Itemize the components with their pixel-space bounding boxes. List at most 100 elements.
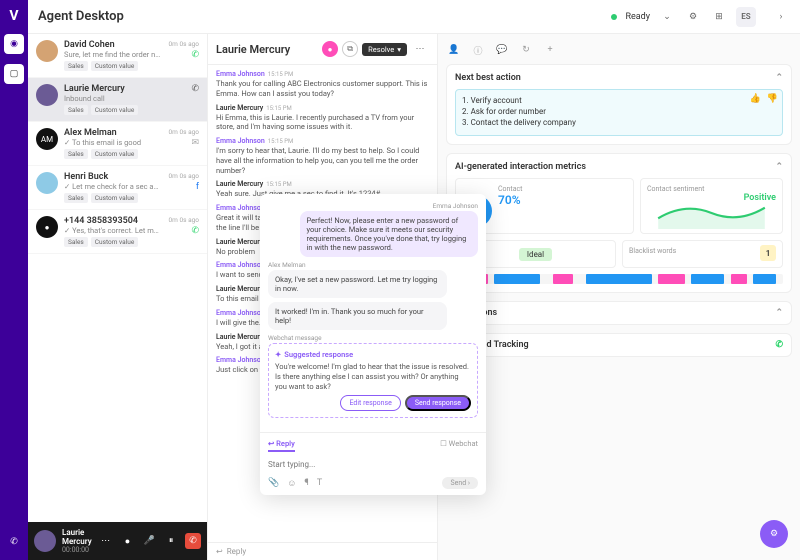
send-response-button[interactable]: Send response — [405, 395, 471, 411]
message-sender: Emma Johnson — [216, 309, 265, 317]
mail-icon: ✉ — [191, 138, 199, 148]
chevron-up-icon[interactable]: ⌃ — [775, 308, 783, 318]
chevron-up-icon[interactable]: ⌃ — [775, 162, 783, 172]
active-call-bar: Laurie Mercury 00:00:00 ⋯ ● 🎤 ⏸ ✆ — [28, 522, 207, 560]
insights-panel: 👤 ⓘ 💬 ↻ + Next best action⌃ 👍👎 1. Verify… — [438, 34, 800, 560]
thumbs-up-icon[interactable]: 👍 — [750, 94, 761, 104]
message-sender: Emma Johnson — [216, 356, 265, 364]
tab-info-icon[interactable]: ⓘ — [470, 42, 486, 58]
reply-input[interactable] — [268, 456, 478, 473]
reply-bar[interactable]: ↩ Reply — [208, 542, 437, 560]
avatar — [36, 84, 58, 106]
channel-badge-icon[interactable]: ● — [322, 41, 338, 57]
reply-tab[interactable]: ↩ Reply — [268, 439, 295, 452]
message-sender: Laurie Mercury — [216, 238, 263, 246]
phone-icon[interactable]: ✆ — [4, 532, 24, 552]
contact-item[interactable]: David Cohen Sure, let me find the order … — [28, 34, 207, 78]
record-icon[interactable]: ● — [120, 533, 136, 549]
suggested-response: ✦Suggested response You're welcome! I'm … — [268, 343, 478, 418]
avatar: AM — [36, 128, 58, 150]
nav-item-icon[interactable]: ▢ — [4, 64, 24, 84]
contact-item[interactable]: AM Alex Melman ✓ To this email is good S… — [28, 122, 207, 166]
more-icon[interactable]: ⋯ — [411, 40, 429, 58]
send-button[interactable]: Send › — [442, 477, 478, 489]
message-text: Hi Emma, this is Laurie. I recently purc… — [216, 113, 429, 133]
logo: V — [9, 8, 18, 24]
avatar: ● — [36, 216, 58, 238]
edit-response-button[interactable]: Edit response — [340, 395, 400, 411]
thumbs-down-icon[interactable]: 👎 — [767, 94, 778, 104]
phone-icon: ✆ — [191, 84, 199, 94]
status-dot — [611, 14, 617, 20]
more-icon[interactable]: ⋯ — [98, 533, 114, 549]
message-sender: Emma Johnson — [216, 137, 265, 145]
message-sender: Emma Johnson — [216, 70, 265, 78]
tab-profile-icon[interactable]: 👤 — [446, 42, 462, 58]
chevron-down-icon[interactable]: ⌄ — [658, 8, 676, 26]
avatar — [36, 40, 58, 62]
nba-title: Next best action — [455, 73, 521, 83]
message-bubble: It worked! I'm in. Thank you so much for… — [268, 302, 447, 330]
page-title: Agent Desktop — [38, 9, 124, 24]
tab-add-icon[interactable]: + — [542, 42, 558, 58]
message-text: I'm sorry to hear that, Laurie. I'll do … — [216, 146, 429, 175]
tab-history-icon[interactable]: ↻ — [518, 42, 534, 58]
contact-item[interactable]: ● +144 3858393504 ✓ Yes, that's correct.… — [28, 210, 207, 254]
contact-preview: ✓ Yes, that's correct. Let me check what… — [64, 226, 163, 235]
contact-item[interactable]: Laurie Mercury Inbound call SalesCustom … — [28, 78, 207, 122]
mute-icon[interactable]: 🎤 — [141, 533, 157, 549]
contact-list: David Cohen Sure, let me find the order … — [28, 34, 208, 560]
contact-item[interactable]: Henri Buck ✓ Let me check for a sec and … — [28, 166, 207, 210]
avatar — [36, 172, 58, 194]
message-sender: Laurie Mercury — [216, 333, 263, 341]
attach-icon[interactable]: 📎 — [268, 478, 279, 488]
contact-preview: ✓ Let me check for a sec and I'll get ba… — [64, 182, 163, 191]
message-sender: Laurie Mercury — [216, 285, 263, 293]
message-sender: Laurie Mercury — [216, 104, 263, 112]
tab-chat-icon[interactable]: 💬 — [494, 42, 510, 58]
resolve-button[interactable]: Resolve▾ — [362, 43, 407, 56]
call-timer: 00:00:00 — [62, 546, 92, 554]
sentiment-metric: Contact sentiment Positive — [640, 178, 783, 234]
call-name: Laurie Mercury — [62, 528, 92, 546]
user-avatar[interactable]: ES — [736, 7, 756, 27]
facebook-icon: f — [196, 182, 199, 192]
contact-name: Laurie Mercury — [64, 84, 185, 94]
message-sender: Emma Johnson — [216, 261, 265, 269]
message-sender: Emma Johnson — [216, 204, 265, 212]
pause-icon[interactable]: ⏸ — [163, 533, 179, 549]
whatsapp-icon: ✆ — [775, 340, 783, 350]
contact-name: Alex Melman — [64, 128, 163, 138]
message-bubble: Okay, I've set a new password. Let me tr… — [268, 270, 447, 298]
nav-home-icon[interactable]: ◉ — [4, 34, 24, 54]
message-bubble: Perfect! Now, please enter a new passwor… — [300, 211, 479, 257]
contact-name: David Cohen — [64, 40, 163, 50]
contact-name: Henri Buck — [64, 172, 163, 182]
whatsapp-icon: ✆ — [191, 226, 199, 236]
webchat-tab[interactable]: ☐ Webchat — [440, 439, 478, 452]
settings-fab-icon[interactable]: ⚙ — [760, 520, 788, 548]
timeline — [455, 274, 783, 284]
nba-box: 👍👎 1. Verify account 2. Ask for order nu… — [455, 89, 783, 136]
contact-name: +144 3858393504 — [64, 216, 163, 226]
next-icon[interactable]: › — [772, 8, 790, 26]
left-rail: V ◉ ▢ ✆ — [0, 0, 28, 560]
reply-icon: ↩ — [216, 547, 223, 556]
text-icon[interactable]: T — [317, 478, 322, 488]
message-text: Thank you for calling ABC Electronics cu… — [216, 79, 429, 99]
status-text[interactable]: Ready — [625, 12, 650, 22]
blacklist-metric: Blacklist words 1 — [622, 240, 783, 268]
format-icon[interactable]: ¶ — [304, 478, 308, 488]
end-call-icon[interactable]: ✆ — [185, 533, 201, 549]
chevron-up-icon[interactable]: ⌃ — [775, 73, 783, 83]
emoji-icon[interactable]: ☺ — [287, 478, 296, 489]
grid-icon[interactable]: ⊞ — [710, 8, 728, 26]
whatsapp-icon: ✆ — [191, 50, 199, 60]
message-sender: Laurie Mercury — [216, 180, 263, 188]
contact-preview: Sure, let me find the order number for y… — [64, 50, 163, 59]
gear-icon[interactable]: ⚙ — [684, 8, 702, 26]
topbar: Agent Desktop Ready ⌄ ⚙ ⊞ ES › — [28, 0, 800, 34]
contact-preview: ✓ To this email is good — [64, 138, 163, 147]
copy-icon[interactable]: ⧉ — [342, 41, 358, 57]
metrics-title: AI-generated interaction metrics — [455, 162, 586, 172]
